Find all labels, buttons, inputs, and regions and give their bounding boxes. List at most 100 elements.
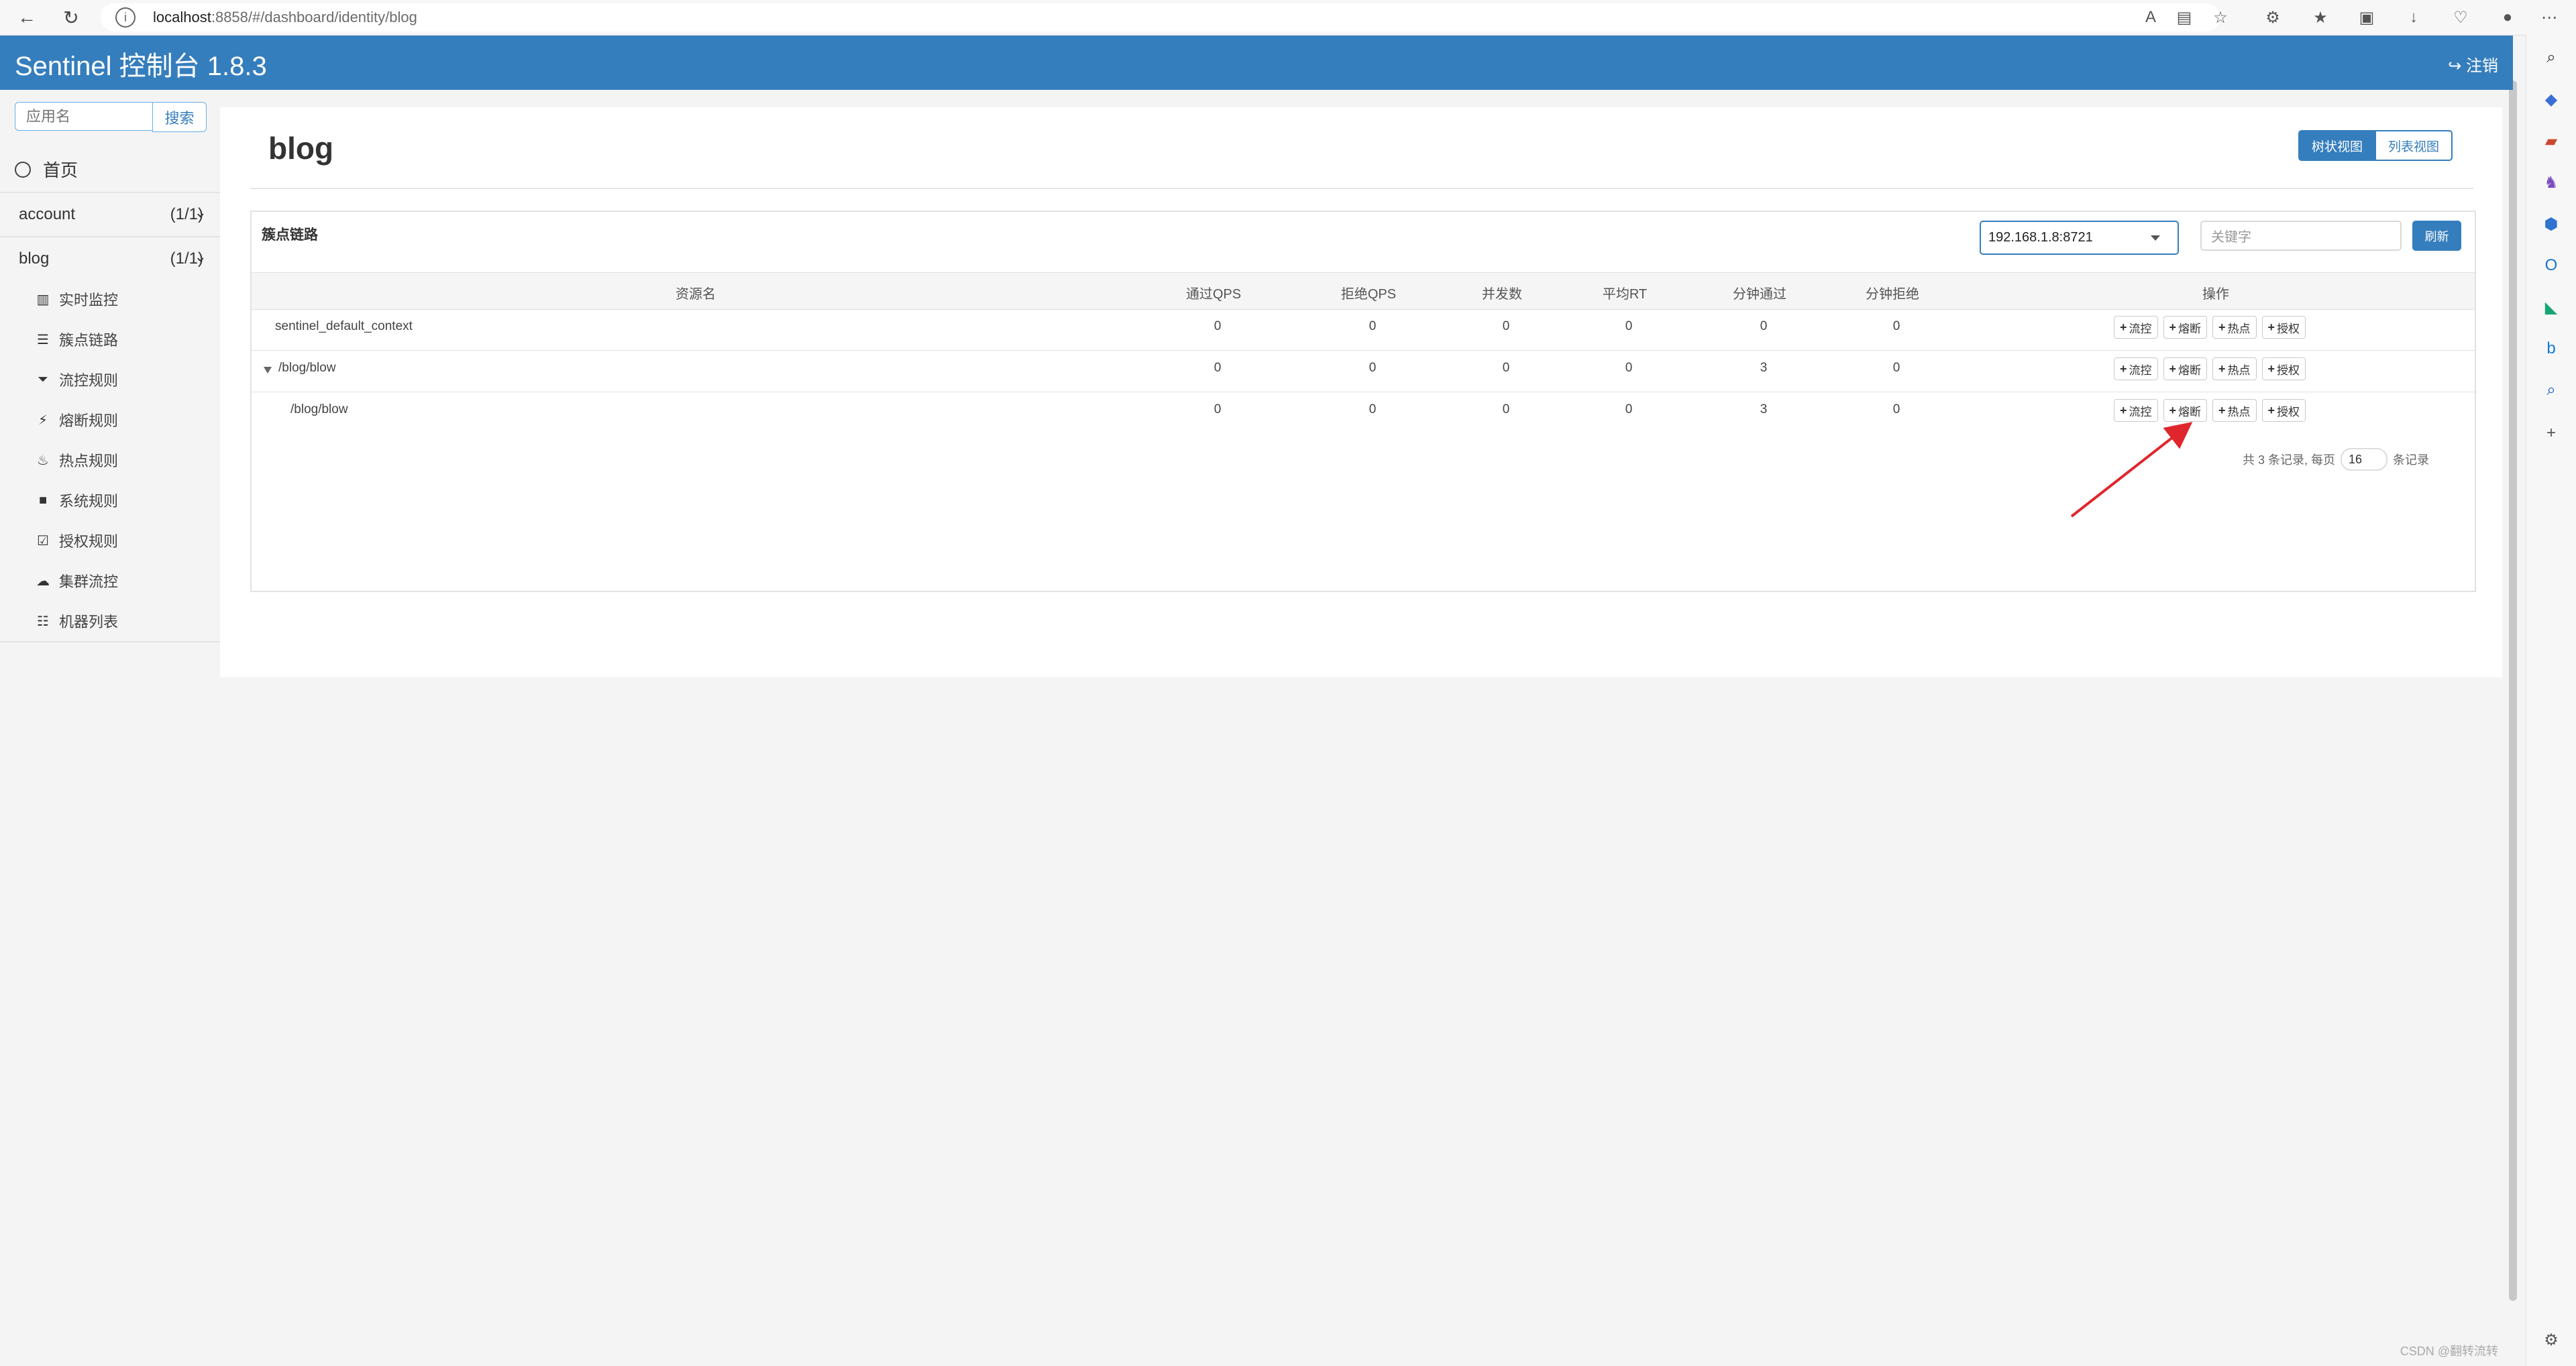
app-name: account <box>19 205 76 223</box>
sidebar-app-account[interactable]: account (1/1) ⌄ <box>0 193 220 236</box>
app-search-input[interactable] <box>15 102 152 131</box>
sidebar-item-hot-rules[interactable]: ♨ 热点规则 <box>35 440 220 480</box>
add-flow-rule-button[interactable]: + 流控 <box>2114 316 2158 339</box>
browser-sidebar: ⌕ ◆ ▰ ♞ ⬢ O ◣ b ⌕ + ⚙ <box>2526 35 2576 1366</box>
sidebar-item-machine-list[interactable]: ☷ 机器列表 <box>35 601 220 641</box>
menu-label: 授权规则 <box>59 533 119 550</box>
plus-icon: + <box>2120 361 2127 376</box>
plus-icon: + <box>2218 361 2226 376</box>
add-auth-rule-button[interactable]: + 授权 <box>2261 357 2306 380</box>
add-degrade-rule-button[interactable]: + 熔断 <box>2163 399 2208 422</box>
downloads-icon[interactable]: ↓ <box>2403 7 2424 28</box>
action-label: 热点 <box>2227 405 2251 418</box>
table-header: 资源名 通过QPS 拒绝QPS 并发数 平均RT 分钟通过 分钟拒绝 操作 <box>252 272 2475 310</box>
sidebar-item-home[interactable]: 首页 <box>15 157 78 182</box>
sidebar-item-cluster-flow[interactable]: ☁ 集群流控 <box>35 561 220 601</box>
add-flow-rule-button[interactable]: + 流控 <box>2114 357 2158 380</box>
add-hot-rule-button[interactable]: + 热点 <box>2212 357 2257 380</box>
logout-label: 注销 <box>2466 57 2498 75</box>
more-icon[interactable]: ⋯ <box>2538 7 2560 28</box>
search-button[interactable]: 搜索 <box>152 102 207 132</box>
menu-label: 热点规则 <box>59 453 119 469</box>
action-label: 熔断 <box>2178 405 2202 418</box>
shopping-icon[interactable]: ◣ <box>2540 296 2562 318</box>
logout-link[interactable]: ↪ 注销 <box>2448 52 2498 76</box>
add-icon[interactable]: + <box>2540 422 2562 444</box>
add-auth-rule-button[interactable]: + 授权 <box>2261 399 2306 422</box>
sidebar-item-flow-rules[interactable]: ⏷ 流控规则 <box>35 359 220 400</box>
minute-pass: 3 <box>1760 402 1768 416</box>
site-info-icon[interactable]: i <box>115 7 136 27</box>
app-header: Sentinel 控制台 1.8.3 ↪ 注销 <box>0 36 2513 90</box>
menu-label: 实时监控 <box>59 292 119 308</box>
sidebar-item-resource-chain[interactable]: ☰ 簇点链路 <box>35 319 220 359</box>
add-hot-rule-button[interactable]: + 热点 <box>2212 399 2257 422</box>
reader-view-icon[interactable]: ▤ <box>2174 7 2195 28</box>
minute-block: 0 <box>1892 361 1900 375</box>
sidebar-item-realtime-monitor[interactable]: ▥ 实时监控 <box>35 279 220 319</box>
search-tool-icon[interactable]: ⌕ <box>2540 380 2562 401</box>
toolbox-icon[interactable]: ▰ <box>2540 130 2562 152</box>
sidebar-home-label: 首页 <box>43 160 78 180</box>
page-scrollbar[interactable] <box>2509 80 2517 1301</box>
games-icon[interactable]: ♞ <box>2540 172 2562 193</box>
threads: 0 <box>1502 402 1510 416</box>
reload-icon[interactable]: ↻ <box>59 5 83 30</box>
add-hot-rule-button[interactable]: + 热点 <box>2212 316 2257 339</box>
brand-title: Sentinel 控制台 1.8.3 <box>15 52 267 81</box>
add-degrade-rule-button[interactable]: + 熔断 <box>2163 357 2208 380</box>
machine-select-value: 192.168.1.8:8721 <box>1988 230 2093 245</box>
tree-view-button[interactable]: 树状视图 <box>2298 130 2376 161</box>
chevron-down-icon: ⌄ <box>194 204 207 221</box>
avg-rt: 0 <box>1625 402 1633 416</box>
threads: 0 <box>1502 319 1510 333</box>
action-label: 热点 <box>2227 322 2251 335</box>
add-degrade-rule-button[interactable]: + 熔断 <box>2163 316 2208 339</box>
read-aloud-icon[interactable]: A <box>2140 7 2161 28</box>
add-auth-rule-button[interactable]: + 授权 <box>2261 316 2306 339</box>
plus-icon: + <box>2120 320 2127 334</box>
outlook-icon[interactable]: O <box>2540 255 2562 276</box>
page-size-input[interactable]: 16 <box>2341 448 2388 471</box>
menu-label: 系统规则 <box>59 493 119 510</box>
refresh-button[interactable]: 刷新 <box>2412 221 2461 251</box>
plus-icon: + <box>2169 361 2177 376</box>
menu-label: 集群流控 <box>59 573 119 590</box>
plus-icon: + <box>2169 320 2177 334</box>
address-bar[interactable]: i localhost:8858/#/dashboard/identity/bl… <box>101 3 2220 32</box>
back-icon[interactable]: ← <box>15 5 39 30</box>
action-label: 授权 <box>2277 322 2300 335</box>
list-view-button[interactable]: 列表视图 <box>2375 130 2453 161</box>
favorites-icon[interactable]: ★ <box>2310 7 2331 28</box>
dashboard-icon <box>15 161 31 178</box>
sidebar-app-blog[interactable]: blog (1/1) ⌄ <box>0 237 220 280</box>
column-header: 分钟通过 <box>1733 287 1786 302</box>
pass-qps: 0 <box>1214 361 1222 375</box>
sidebar-item-auth-rules[interactable]: ☑ 授权规则 <box>35 520 220 561</box>
machine-select[interactable]: 192.168.1.8:8721 <box>1980 221 2179 255</box>
app-search: 搜索 <box>15 102 207 133</box>
resource-name: /blog/blow <box>290 402 348 416</box>
keyword-input[interactable]: 关键字 <box>2200 221 2402 251</box>
profile-avatar[interactable]: ● <box>2497 7 2518 28</box>
bing-icon[interactable]: b <box>2540 338 2562 359</box>
add-flow-rule-button[interactable]: + 流控 <box>2114 399 2158 422</box>
view-switch: 树状视图 列表视图 <box>2298 130 2453 161</box>
settings-icon[interactable]: ⚙ <box>2540 1329 2562 1351</box>
sidebar-item-system-rules[interactable]: ■ 系统规则 <box>35 480 220 520</box>
favorite-icon[interactable]: ☆ <box>2210 7 2231 28</box>
plus-icon: + <box>2267 361 2275 376</box>
column-header: 操作 <box>2202 287 2229 302</box>
sidebar-item-degrade-rules[interactable]: ⚡ 熔断规则 <box>35 400 220 440</box>
url-text[interactable]: localhost:8858/#/dashboard/identity/blog <box>153 9 417 26</box>
extensions-icon[interactable]: ⚙ <box>2262 7 2284 28</box>
collapse-icon[interactable] <box>264 367 272 374</box>
column-header: 平均RT <box>1602 287 1648 302</box>
collections-icon[interactable]: ▣ <box>2356 7 2377 28</box>
pass-qps: 0 <box>1214 402 1222 416</box>
lock-icon: ■ <box>38 492 48 508</box>
office-icon[interactable]: ⬢ <box>2540 213 2562 235</box>
performance-icon[interactable]: ♡ <box>2450 7 2471 28</box>
tag-icon[interactable]: ◆ <box>2540 89 2562 110</box>
search-icon[interactable]: ⌕ <box>2540 47 2562 68</box>
